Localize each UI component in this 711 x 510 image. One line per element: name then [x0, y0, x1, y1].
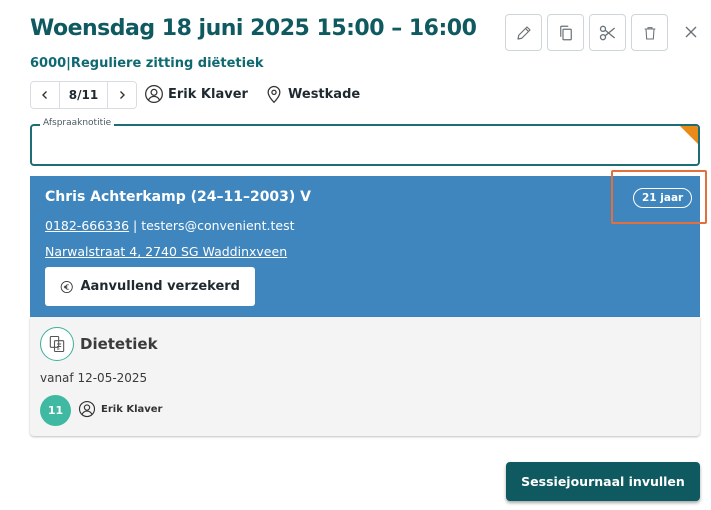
appointment-note-field[interactable] — [30, 124, 700, 166]
practitioner-name: Erik Klaver — [168, 86, 248, 102]
appointment-note-label: Afspraaknotitie — [40, 118, 115, 128]
appointment-title: Woensdag 18 juni 2025 15:00 – 16:00 — [30, 16, 477, 41]
next-button[interactable] — [108, 82, 136, 108]
highlight-box — [611, 170, 707, 224]
pager-count: 8/11 — [59, 82, 108, 108]
treatment-practitioner: Erik Klaver — [78, 400, 162, 418]
patient-name: Chris Achterkamp (24–11–2003) V — [45, 189, 312, 205]
toolbar — [505, 14, 668, 51]
treatment-card[interactable]: Dietetiek vanaf 12-05-2025 11 Erik Klave… — [30, 317, 700, 436]
insurance-label: Aanvullend verzekerd — [80, 279, 240, 294]
treatment-icon — [40, 327, 74, 361]
note-corner-marker — [680, 126, 698, 144]
patient-email: testers@convenient.test — [141, 218, 295, 233]
close-icon — [685, 26, 697, 38]
previous-button[interactable] — [31, 82, 59, 108]
copy-button[interactable] — [547, 14, 584, 51]
pager: 8/11 — [30, 81, 137, 109]
patient-phone-link[interactable]: 0182-666336 — [45, 218, 129, 233]
pencil-icon — [516, 25, 531, 40]
delete-button[interactable] — [631, 14, 668, 51]
appointment-subtitle: 6000|Reguliere zitting diëtetiek — [30, 56, 264, 71]
scissors-icon — [599, 25, 615, 40]
copy-icon — [559, 25, 572, 40]
trash-icon — [644, 26, 655, 40]
user-icon — [78, 400, 96, 418]
appointment-note-input[interactable] — [32, 126, 698, 164]
treatment-title: Dietetiek — [80, 335, 158, 353]
location: Westkade — [264, 84, 360, 104]
chevron-right-icon — [120, 91, 125, 99]
session-count-badge: 11 — [40, 395, 71, 426]
user-icon — [145, 85, 163, 103]
patient-contact: 0182-666336 | testers@convenient.test — [45, 218, 294, 233]
session-journal-button[interactable]: Sessiejournaal invullen — [506, 462, 700, 501]
chevron-left-icon — [42, 91, 47, 99]
location-pin-icon — [267, 85, 281, 104]
edit-button[interactable] — [505, 14, 542, 51]
treatment-practitioner-name: Erik Klaver — [101, 403, 163, 415]
treatment-start-date: vanaf 12-05-2025 — [40, 371, 148, 385]
euro-icon — [60, 280, 73, 293]
practitioner: Erik Klaver — [144, 84, 248, 104]
patient-card: Chris Achterkamp (24–11–2003) V 21 jaar … — [30, 170, 707, 317]
documents-icon — [49, 335, 65, 353]
close-button[interactable] — [681, 22, 701, 42]
cut-button[interactable] — [589, 14, 626, 51]
patient-address-link[interactable]: Narwalstraat 4, 2740 SG Waddinxveen — [45, 244, 287, 259]
insurance-button[interactable]: Aanvullend verzekerd — [45, 267, 255, 306]
location-name: Westkade — [288, 86, 361, 102]
contact-separator: | — [129, 218, 142, 233]
